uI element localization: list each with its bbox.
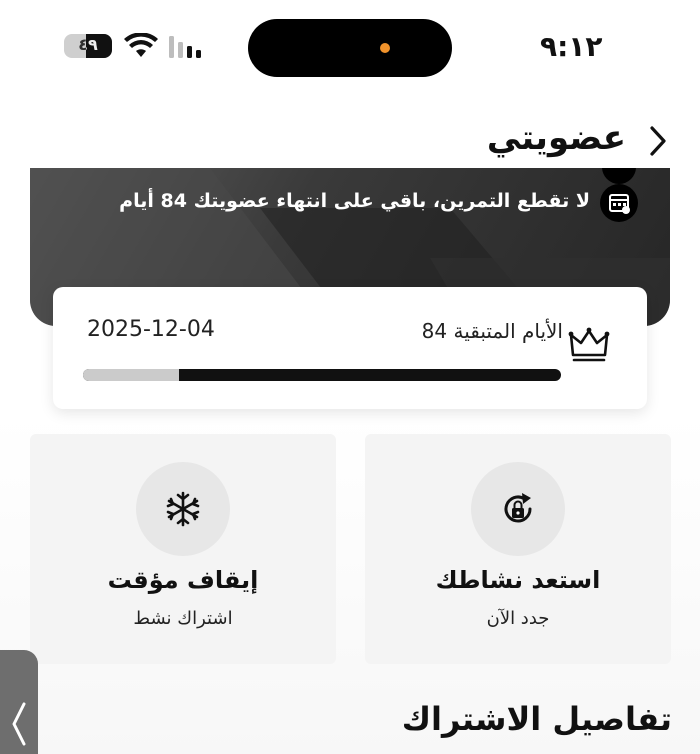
chevron-right-icon[interactable]: [646, 124, 670, 158]
subscription-details-heading: تفاصيل الاشتراك: [401, 700, 672, 738]
pause-membership-card[interactable]: إيقاف مؤقت اشتراك نشط: [30, 434, 336, 664]
wifi-icon: [124, 33, 158, 57]
battery-icon: ٤٩: [64, 34, 112, 58]
remaining-days-card: الأيام المتبقية 84 2025-12-04: [53, 287, 647, 409]
membership-progress-bar: [83, 369, 561, 381]
battery-level: ٤٩: [78, 35, 98, 54]
privacy-indicator-dot: [380, 43, 390, 53]
page-title: عضويتي: [486, 118, 626, 158]
status-bar: ٤٩ ٩:١٢: [0, 0, 700, 90]
pause-card-subtitle: اشتراك نشط: [133, 608, 233, 629]
status-time: ٩:١٢: [540, 30, 603, 63]
progress-elapsed-segment: [83, 369, 179, 381]
membership-end-date: 2025-12-04: [87, 317, 215, 342]
pause-card-title: إيقاف مؤقت: [107, 566, 259, 594]
restore-activity-card[interactable]: استعد نشاطك جدد الآن: [365, 434, 671, 664]
calendar-icon: [600, 184, 638, 222]
side-drawer-handle[interactable]: [0, 650, 38, 754]
cellular-signal-icon: [169, 36, 201, 58]
chevron-left-icon: [12, 702, 26, 746]
restore-card-subtitle: جدد الآن: [486, 608, 550, 629]
restore-card-title: استعد نشاطك: [435, 566, 601, 594]
dynamic-island: [248, 19, 452, 77]
snowflake-icon: [166, 491, 200, 527]
pause-icon-circle: [136, 462, 230, 556]
remaining-days-label: الأيام المتبقية 84: [421, 319, 563, 343]
crown-icon: [568, 327, 610, 362]
banner-message: لا تقطع التمرين، باقي على انتهاء عضويتك …: [119, 190, 590, 212]
refresh-lock-icon: [504, 493, 532, 523]
restore-icon-circle: [471, 462, 565, 556]
